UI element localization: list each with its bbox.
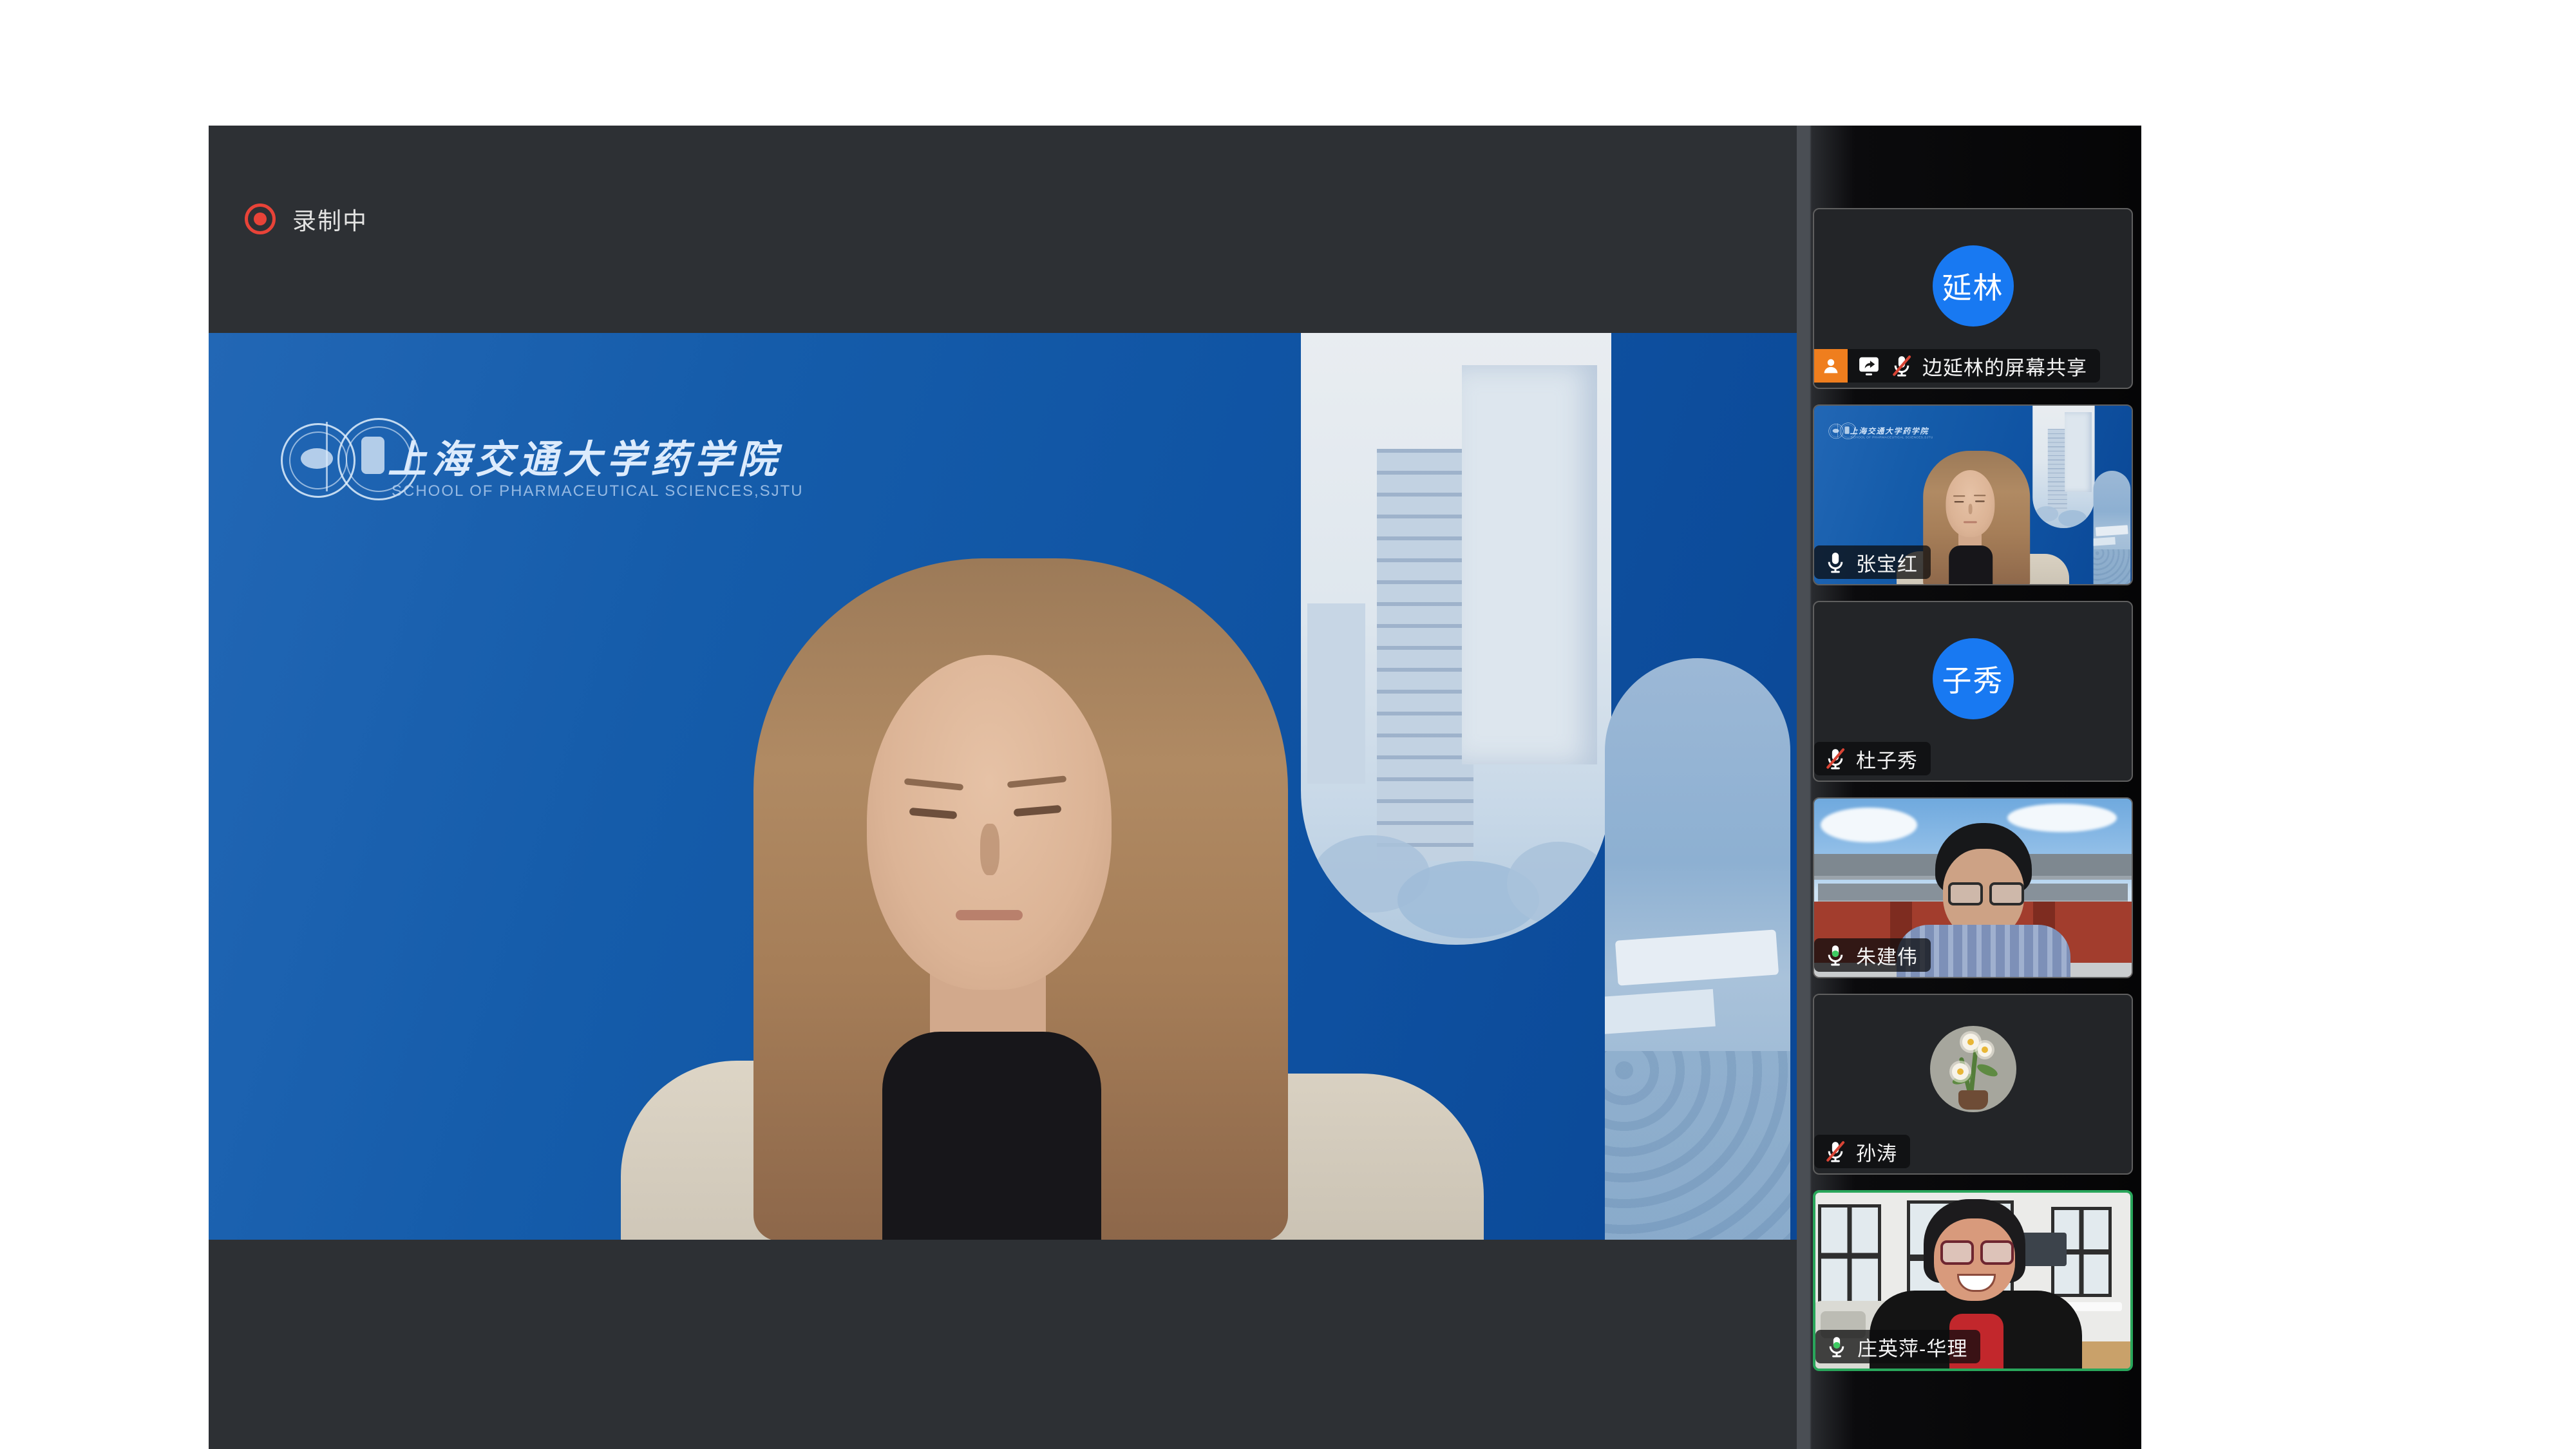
mic-active-icon: [1824, 1334, 1849, 1359]
avatar-photo-flowers: [1930, 1026, 2016, 1112]
participant-tile-zhuangyingping[interactable]: 庄英萍-华理: [1813, 1190, 2133, 1371]
mic-muted-icon: [1889, 354, 1914, 378]
mic-on-icon: [1823, 550, 1848, 574]
recording-indicator: 录制中: [245, 202, 368, 236]
participant-tile-zhujianwei[interactable]: 朱建伟: [1813, 797, 2133, 978]
participant-name: 庄英萍-华理: [1857, 1332, 1967, 1361]
person-icon: [1820, 355, 1842, 377]
slide-title: 上海交通大学药学院: [388, 428, 1032, 484]
slide-subtitle: SCHOOL OF PHARMACEUTICAL SCIENCES,SJTU: [392, 482, 804, 500]
participant-tile-suntao[interactable]: 孙涛: [1813, 994, 2133, 1175]
avatar: 子秀: [1933, 638, 2014, 719]
participant-tile-bianyanlin[interactable]: 延林: [1813, 208, 2133, 389]
mic-active-icon: [1823, 943, 1848, 967]
participant-name: 孙涛: [1856, 1137, 1897, 1166]
presenter-turtleneck: [882, 1032, 1101, 1240]
participant-name: 杜子秀: [1856, 744, 1918, 773]
campus-building-photo: [1301, 333, 1611, 945]
record-dot-icon: [245, 204, 276, 234]
participant-name: 朱建伟: [1856, 941, 1918, 970]
participant-name: 边延林的屏幕共享: [1922, 352, 2087, 381]
main-stage[interactable]: 录制中 上海交通大学药学院 SCHOOL OF PHARMACEUTICAL S…: [209, 126, 1797, 1449]
participant-icon: [1814, 349, 1848, 383]
campus-aerial-photo: [1605, 658, 1790, 1240]
recording-label: 录制中: [292, 202, 368, 236]
participant-tile-duzixiu[interactable]: 子秀 杜子秀: [1813, 601, 2133, 782]
participant-tile-zhangbaohong[interactable]: 上海交通大学药学院 SCHOOL OF PHARMACEUTICAL SCIEN…: [1813, 404, 2133, 585]
avatar: 延林: [1933, 245, 2014, 327]
participants-filmstrip: 延林: [1797, 126, 2141, 1449]
screen-share-icon: [1857, 354, 1881, 378]
presenter-face: [867, 655, 1112, 990]
participant-name: 张宝红: [1856, 548, 1918, 577]
mic-muted-icon: [1823, 1139, 1848, 1164]
meeting-window: 录制中 上海交通大学药学院 SCHOOL OF PHARMACEUTICAL S…: [0, 0, 2576, 1449]
logo-divider: [326, 422, 328, 491]
mic-muted-icon: [1823, 746, 1848, 771]
shared-screen-video[interactable]: 上海交通大学药学院 SCHOOL OF PHARMACEUTICAL SCIEN…: [209, 333, 1797, 1240]
